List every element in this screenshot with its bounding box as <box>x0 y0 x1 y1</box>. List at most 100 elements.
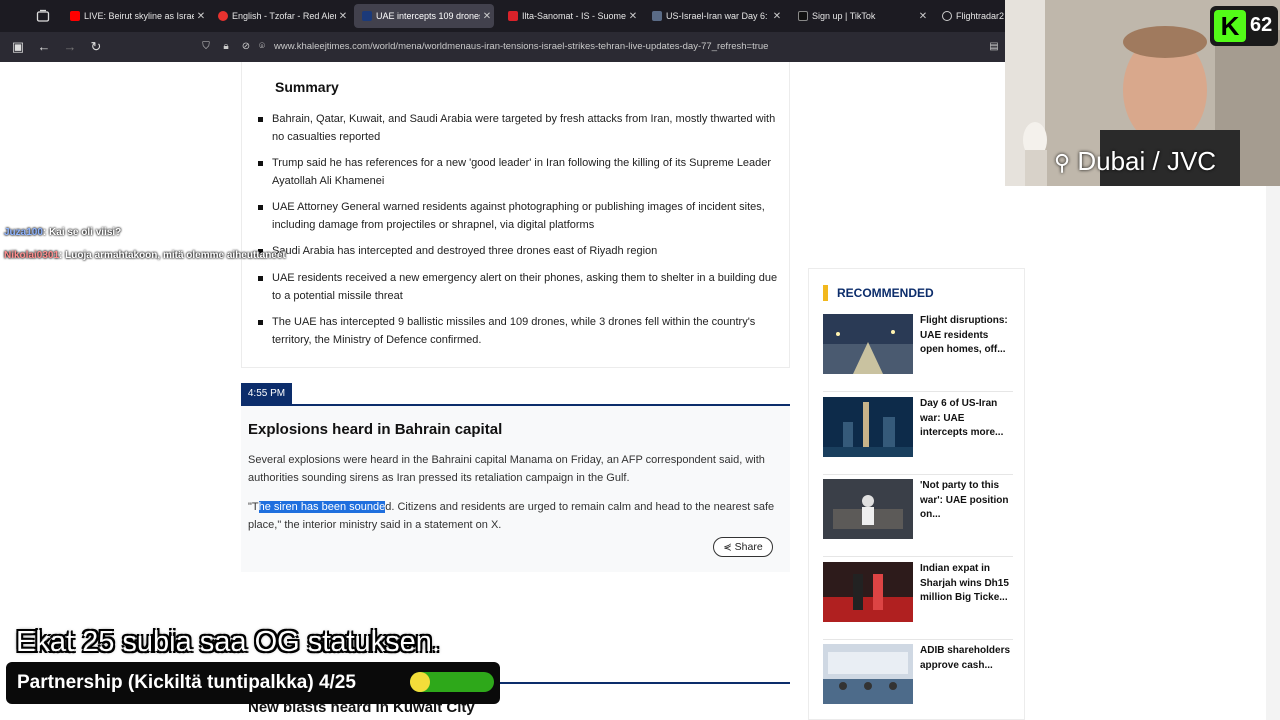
bullet-icon <box>258 161 263 166</box>
goal-progress-track <box>410 672 494 692</box>
summary-item-text: The UAE has intercepted 9 ballistic miss… <box>272 316 756 346</box>
stream-location: ⚲ Dubai / JVC <box>1054 146 1216 177</box>
live-post-card: Explosions heard in Bahrain capital Seve… <box>241 406 790 572</box>
recommended-item-title[interactable]: Day 6 of US-Iran war: UAE intercepts mor… <box>920 397 1012 441</box>
airport-night-thumbnail[interactable] <box>823 314 913 374</box>
url-text[interactable]: www.khaleejtimes.com/world/mena/worldmen… <box>274 41 768 52</box>
chat-message: Juza100: Kai se oli viisi? <box>4 227 122 238</box>
browser-tab-1[interactable]: LIVE: Beirut skyline as Israe ✕ <box>62 4 208 28</box>
permissions-icon[interactable]: ⊘ <box>240 41 252 53</box>
post-paragraph-quote: "The siren has been sounded. Citizens an… <box>248 499 778 534</box>
browser-tab-2[interactable]: English - Tzofar - Red Alert ✕ <box>210 4 350 28</box>
browser-tab-6[interactable]: Sign up | TikTok ✕ <box>790 4 930 28</box>
close-icon[interactable]: ✕ <box>336 11 350 22</box>
tracking-icon[interactable]: ⌾ <box>256 41 268 53</box>
recommended-item[interactable]: Day 6 of US-Iran war: UAE intercepts mor… <box>823 397 1013 475</box>
goal-progress-fill <box>410 672 430 692</box>
scrollbar-track[interactable] <box>1266 186 1280 720</box>
kick-viewer-badge: K 62 <box>1210 6 1278 46</box>
close-icon[interactable]: ✕ <box>916 11 930 22</box>
tab-label: UAE intercepts 109 drones <box>376 11 480 21</box>
prize-winner-thumbnail[interactable] <box>823 562 913 622</box>
kick-logo-icon: K <box>1214 10 1246 42</box>
summary-item-text: UAE Attorney General warned residents ag… <box>272 201 765 231</box>
bullet-icon <box>258 276 263 281</box>
location-text: Dubai / JVC <box>1077 146 1217 176</box>
address-bar[interactable]: ⛉ 🔒︎ ⊘ ⌾ www.khaleejtimes.com/world/mena… <box>196 36 1004 58</box>
bullet-icon <box>258 320 263 325</box>
back-icon[interactable]: ← <box>36 39 52 55</box>
shield-icon[interactable]: ⛉ <box>200 41 212 53</box>
tab-label: Flightradar24 <box>956 11 1004 21</box>
recommended-title: RECOMMENDED <box>837 286 934 300</box>
summary-item-text: Trump said he has references for a new '… <box>272 157 772 187</box>
summary-item: Trump said he has references for a new '… <box>258 155 778 190</box>
close-icon[interactable]: ✕ <box>194 11 208 22</box>
viewer-count: 62 <box>1250 14 1273 36</box>
sidebar-toggle-icon[interactable]: ▣ <box>10 39 26 55</box>
reload-icon[interactable]: ↻ <box>88 39 104 55</box>
summary-item: UAE Attorney General warned residents ag… <box>258 199 778 234</box>
recommended-item-title[interactable]: Flight disruptions: UAE residents open h… <box>920 314 1012 358</box>
recommended-item-title[interactable]: Indian expat in Sharjah wins Dh15 millio… <box>920 562 1012 606</box>
red-alert-icon <box>218 11 228 21</box>
summary-item: Bahrain, Qatar, Kuwait, and Saudi Arabia… <box>258 111 778 146</box>
chat-text: Kai se oli viisi? <box>49 227 122 238</box>
recommended-item-title[interactable]: 'Not party to this war': UAE position on… <box>920 479 1012 523</box>
recommended-item[interactable]: Flight disruptions: UAE residents open h… <box>823 314 1013 392</box>
summary-item-text: Bahrain, Qatar, Kuwait, and Saudi Arabia… <box>272 113 776 143</box>
tab-label: Sign up | TikTok <box>812 11 876 21</box>
browser-tab-5[interactable]: US-Israel-Iran war Day 6: In ✕ <box>644 4 784 28</box>
tiktok-icon <box>798 11 808 21</box>
goal-label: Partnership (Kickiltä tuntipalkka) 4/25 <box>17 672 356 693</box>
share-icon: ⋞ <box>723 542 732 553</box>
recommended-panel: RECOMMENDED Flight disruptions: UAE resi… <box>808 268 1025 720</box>
browser-tab-3[interactable]: UAE intercepts 109 drones ✕ <box>354 4 494 28</box>
tab-label: US-Israel-Iran war Day 6: In <box>666 11 770 21</box>
flightradar-icon <box>942 11 952 21</box>
post-paragraph: Several explosions were heard in the Bah… <box>248 454 765 484</box>
tab-label: Ilta-Sanomat - IS - Suomen <box>522 11 626 21</box>
accent-bar <box>823 285 828 301</box>
browser-tab-7[interactable]: Flightradar24 <box>934 4 1004 28</box>
recommended-item[interactable]: 'Not party to this war': UAE position on… <box>823 479 1013 557</box>
khaleej-times-icon <box>362 11 372 21</box>
selected-text: he siren has been sounde <box>258 501 386 513</box>
recommended-item-title[interactable]: ADIB shareholders approve cash... <box>920 644 1012 673</box>
location-pin-icon: ⚲ <box>1054 150 1071 175</box>
browser-nav-bar: ▣ ← → ↻ ⛉ 🔒︎ ⊘ ⌾ www.khaleejtimes.com/wo… <box>0 32 1005 62</box>
conference-thumbnail[interactable] <box>823 479 913 539</box>
summary-item-text: UAE residents received a new emergency a… <box>272 272 778 302</box>
share-button[interactable]: ⋞ Share <box>713 537 773 557</box>
summary-item: The UAE has intercepted 9 ballistic miss… <box>258 314 778 349</box>
summary-title: Summary <box>275 79 339 95</box>
bullet-icon <box>258 205 263 210</box>
tab-list-icon[interactable] <box>36 9 50 23</box>
skyline-thumbnail[interactable] <box>823 397 913 457</box>
close-icon[interactable]: ✕ <box>626 11 640 22</box>
tab-label: English - Tzofar - Red Alert <box>232 11 336 21</box>
browser-tab-4[interactable]: Ilta-Sanomat - IS - Suomen ✕ <box>500 4 640 28</box>
bullet-icon <box>258 117 263 122</box>
close-icon[interactable]: ✕ <box>770 11 784 22</box>
og-status-text: Ekat 25 subia saa OG statuksen. <box>16 626 440 658</box>
post-time-badge: 4:55 PM <box>241 383 292 404</box>
share-label: Share <box>734 541 763 553</box>
reader-view-icon[interactable]: ▤ <box>988 41 1000 53</box>
lock-icon[interactable]: 🔒︎ <box>220 41 232 53</box>
recommended-item[interactable]: Indian expat in Sharjah wins Dh15 millio… <box>823 562 1013 640</box>
forward-icon[interactable]: → <box>62 39 78 55</box>
post-headline: Explosions heard in Bahrain capital <box>248 421 503 438</box>
browser-tab-bar: LIVE: Beirut skyline as Israe ✕ English … <box>0 0 1005 32</box>
tab-label: LIVE: Beirut skyline as Israe <box>84 11 194 21</box>
ilta-sanomat-icon <box>508 11 518 21</box>
recommended-item[interactable]: ADIB shareholders approve cash... <box>823 644 1013 720</box>
chat-text: Luoja armahtakoon, mitä olemme aiheuttan… <box>65 250 286 261</box>
shareholders-meeting-thumbnail[interactable] <box>823 644 913 704</box>
news-site-icon <box>652 11 662 21</box>
close-icon[interactable]: ✕ <box>480 11 494 22</box>
subscriber-goal-bar: Partnership (Kickiltä tuntipalkka) 4/25 <box>6 662 500 704</box>
summary-card: Summary Bahrain, Qatar, Kuwait, and Saud… <box>241 62 790 368</box>
chat-message: Nikolai0301: Luoja armahtakoon, mitä ole… <box>4 250 286 261</box>
chat-username: Nikolai0301 <box>4 250 60 261</box>
